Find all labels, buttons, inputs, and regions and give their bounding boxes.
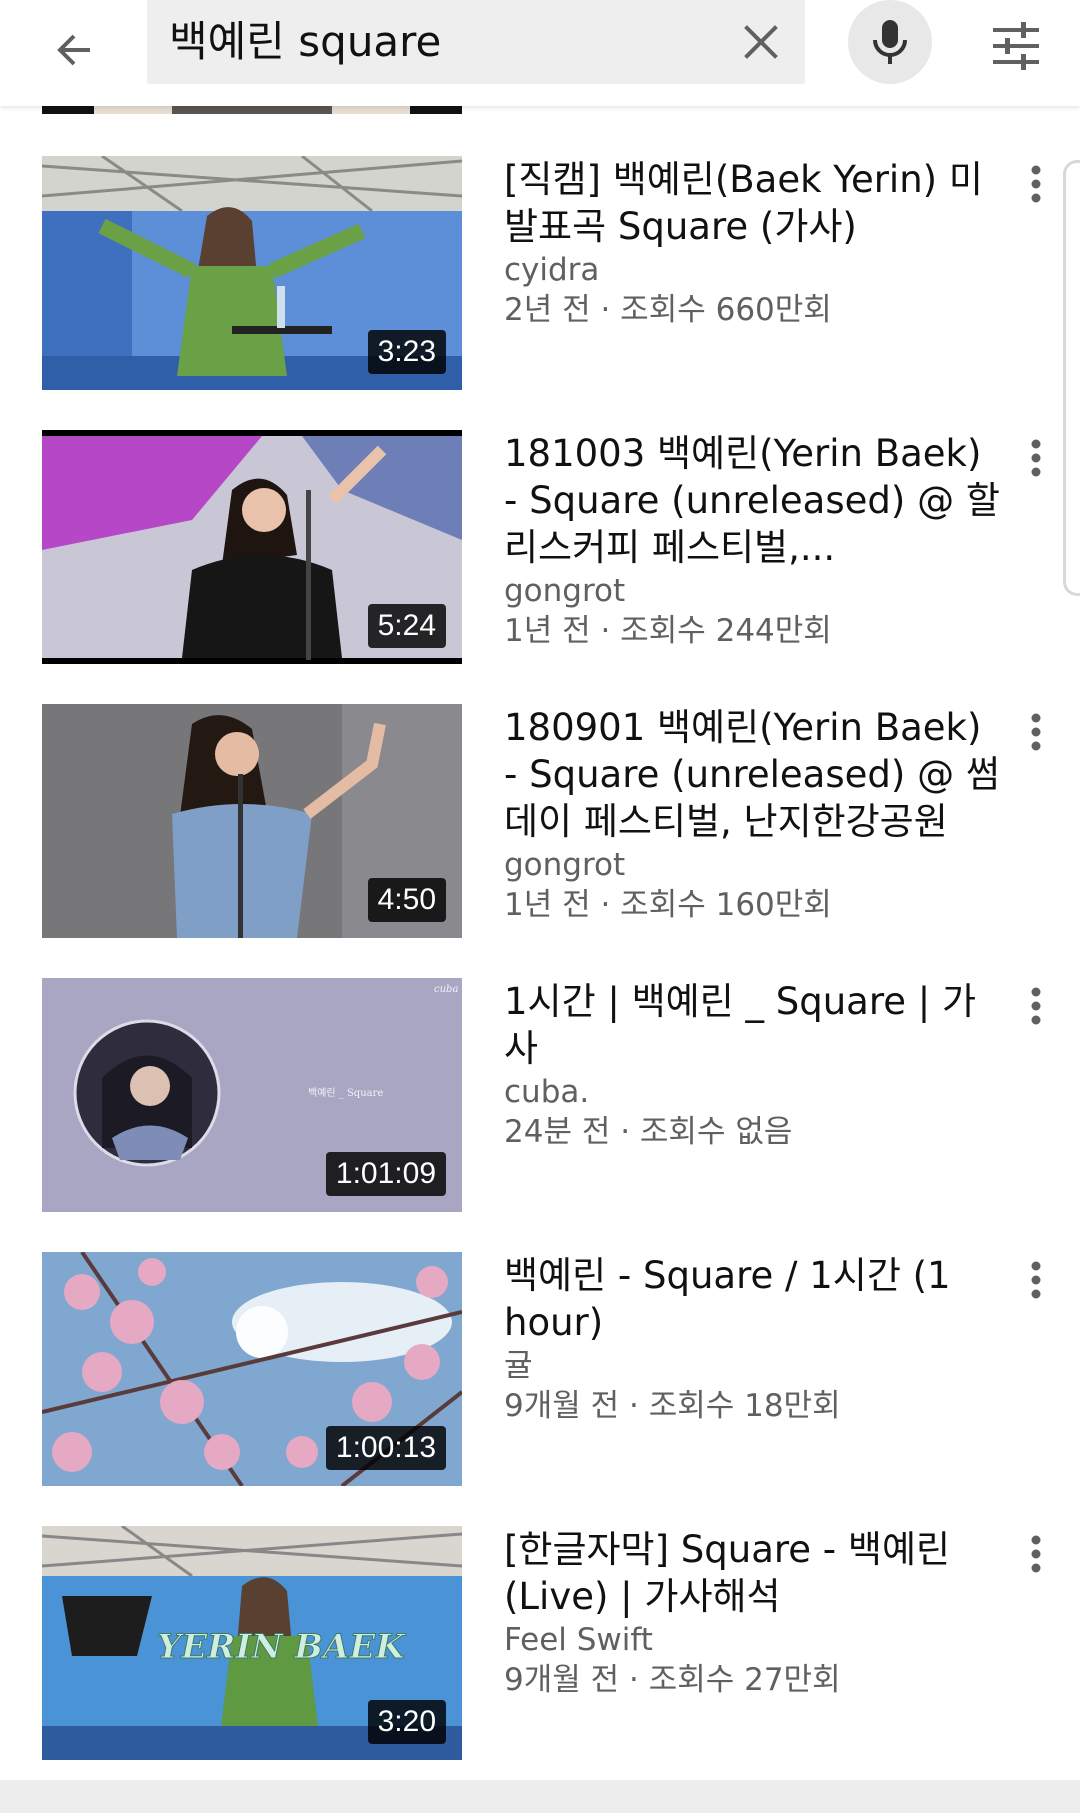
- video-info[interactable]: [한글자막] Square - 백예린 (Live) | 가사해석 Feel S…: [504, 1526, 1004, 1700]
- video-thumbnail[interactable]: 5:24: [42, 430, 462, 664]
- video-thumbnail[interactable]: YERIN BAEK 3:20: [42, 1526, 462, 1760]
- more-options-button[interactable]: [1016, 704, 1056, 760]
- video-result-item[interactable]: 4:50 180901 백예린(Yerin Baek) - Square (un…: [0, 704, 1080, 940]
- video-metadata: 9개월 전 · 조회수 18만회: [504, 1388, 841, 1424]
- video-duration: 1:00:13: [325, 1426, 446, 1470]
- video-duration: 5:24: [367, 604, 446, 648]
- video-duration: 3:23: [367, 330, 446, 374]
- more-vert-icon: [1031, 165, 1041, 203]
- channel-name: cuba.: [504, 1074, 590, 1110]
- search-query-text[interactable]: 백예린 square: [169, 0, 441, 84]
- back-button[interactable]: [38, 14, 110, 86]
- voice-search-button[interactable]: [848, 0, 932, 84]
- thumbnail-channel-mark: cuba: [434, 984, 458, 995]
- video-info[interactable]: 백예린 - Square / 1시간 (1 hour) 귤 9개월 전 · 조회…: [504, 1252, 1004, 1426]
- video-title[interactable]: 1시간 | 백예린 _ Square | 가사: [504, 978, 1004, 1072]
- more-options-button[interactable]: [1016, 430, 1056, 486]
- video-result-item[interactable]: 5:24 181003 백예린(Yerin Baek) - Square (un…: [0, 430, 1080, 666]
- search-input[interactable]: 백예린 square: [147, 0, 805, 84]
- search-filter-button[interactable]: [980, 10, 1052, 82]
- video-info[interactable]: [직캠] 백예린(Baek Yerin) 미발표곡 Square (가사) cy…: [504, 156, 1004, 330]
- video-result-item[interactable]: YERIN BAEK 3:20 [한글자막] Square - 백예린 (Liv…: [0, 1526, 1080, 1762]
- channel-name: gongrot: [504, 573, 626, 609]
- more-vert-icon: [1031, 439, 1041, 477]
- video-title[interactable]: [한글자막] Square - 백예린 (Live) | 가사해석: [504, 1526, 1004, 1620]
- thumbnail-caption: 백예린 _ Square: [308, 1087, 383, 1099]
- video-result-item[interactable]: 1:00:13 백예린 - Square / 1시간 (1 hour) 귤 9개…: [0, 1252, 1080, 1488]
- more-vert-icon: [1031, 1261, 1041, 1299]
- video-metadata: 1년 전 · 조회수 160만회: [504, 887, 832, 923]
- channel-name: 귤: [504, 1348, 533, 1384]
- video-info[interactable]: 1시간 | 백예린 _ Square | 가사 cuba. 24분 전 · 조회…: [504, 978, 1004, 1152]
- filter-sliders-icon: [993, 22, 1039, 70]
- more-vert-icon: [1031, 713, 1041, 751]
- video-metadata: 9개월 전 · 조회수 27만회: [504, 1662, 841, 1698]
- video-metadata: 24분 전 · 조회수 없음: [504, 1114, 793, 1150]
- video-duration: 4:50: [367, 878, 446, 922]
- video-duration: 1:01:09: [325, 1152, 446, 1196]
- video-title[interactable]: 180901 백예린(Yerin Baek) - Square (unrelea…: [504, 704, 1004, 845]
- video-info[interactable]: 181003 백예린(Yerin Baek) - Square (unrelea…: [504, 430, 1004, 651]
- more-options-button[interactable]: [1016, 978, 1056, 1034]
- video-metadata: 2년 전 · 조회수 660만회: [504, 292, 832, 328]
- video-duration: 3:20: [367, 1700, 446, 1744]
- mic-icon: [873, 20, 907, 64]
- more-options-button[interactable]: [1016, 156, 1056, 212]
- video-title[interactable]: [직캠] 백예린(Baek Yerin) 미발표곡 Square (가사): [504, 156, 1004, 250]
- more-options-button[interactable]: [1016, 1526, 1056, 1582]
- video-thumbnail[interactable]: 4:50: [42, 704, 462, 938]
- video-result-item[interactable]: 백예린 _ Square cuba 1:01:09 1시간 | 백예린 _ Sq…: [0, 978, 1080, 1214]
- video-thumbnail[interactable]: 3:23: [42, 156, 462, 390]
- thumbnail-logo: YERIN BAEK: [157, 1627, 406, 1667]
- more-options-button[interactable]: [1016, 1252, 1056, 1308]
- video-metadata: 1년 전 · 조회수 244만회: [504, 613, 832, 649]
- search-header: 백예린 square: [0, 0, 1080, 106]
- video-result-item[interactable]: 3:23 [직캠] 백예린(Baek Yerin) 미발표곡 Square (가…: [0, 156, 1080, 392]
- arrow-back-icon: [57, 34, 90, 66]
- clear-search-button[interactable]: [731, 12, 791, 72]
- video-info[interactable]: 180901 백예린(Yerin Baek) - Square (unrelea…: [504, 704, 1004, 925]
- video-title[interactable]: 백예린 - Square / 1시간 (1 hour): [504, 1252, 1004, 1346]
- channel-name: cyidra: [504, 252, 600, 288]
- video-thumbnail[interactable]: 1:00:13: [42, 1252, 462, 1486]
- channel-name: gongrot: [504, 847, 626, 883]
- channel-name: Feel Swift: [504, 1622, 653, 1658]
- video-title[interactable]: 181003 백예린(Yerin Baek) - Square (unrelea…: [504, 430, 1004, 571]
- bottom-divider: [0, 1780, 1080, 1813]
- more-vert-icon: [1031, 987, 1041, 1025]
- video-thumbnail[interactable]: 백예린 _ Square cuba 1:01:09: [42, 978, 462, 1212]
- close-icon: [744, 25, 778, 59]
- more-vert-icon: [1031, 1535, 1041, 1573]
